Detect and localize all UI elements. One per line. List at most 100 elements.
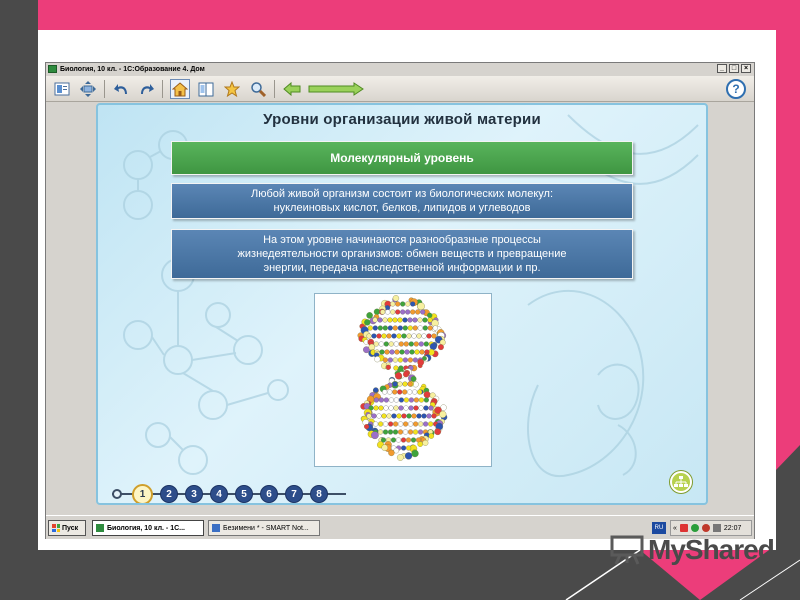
dna-atom [373,387,379,393]
dna-atom [428,433,435,439]
start-button[interactable]: Пуск [48,520,86,536]
dna-base-pair-atom [402,317,408,323]
window-title: Биология, 10 кл. - 1С:Образование 4. Дом [60,65,205,73]
description-line: На этом уровне начинаются разнообразные … [263,234,541,246]
dna-base-pair-atom [423,421,429,427]
dna-base-pair-atom [403,341,409,347]
dna-base-pair-atom [422,317,428,323]
dna-base-pair-atom [404,349,410,355]
dna-base-pair-atom [373,421,379,427]
dna-base-pair-atom [411,333,417,339]
language-indicator[interactable]: RU [652,522,666,534]
dna-base-pair-atom [388,341,394,347]
dna-atom [404,452,413,460]
book-icon[interactable] [196,79,216,99]
tray-expand-arrows[interactable]: « [673,525,677,532]
dna-base-pair-atom [376,333,382,339]
dna-base-pair-atom [410,309,416,315]
task-smart-notebook[interactable]: Безимени * - SMART Not... [208,520,320,536]
contents-icon[interactable] [52,79,72,99]
dna-base-pair-atom [376,413,382,419]
dna-base-pair-atom [405,437,412,443]
toolbar-separator [162,80,163,98]
dna-base-pair-atom [393,421,399,427]
dna-base-pair-atom [410,437,417,443]
dna-base-pair-atom [392,389,398,395]
level-heading: Молекулярный уровень [171,141,633,175]
app-window: Биология, 10 кл. - 1С:Образование 4. Дом… [45,62,755,539]
dna-base-pair-atom [381,333,387,339]
slide-title: Уровни организации живой материи [263,111,541,128]
minimize-button[interactable]: _ [717,64,727,73]
dna-base-pair-atom [386,413,392,419]
task-biology[interactable]: Биология, 10 кл. - 1С... [92,520,204,536]
redo-icon[interactable] [136,79,156,99]
home-icon[interactable] [170,79,190,99]
clock: 22:07 [723,524,742,532]
dna-base-pair-atom [407,429,414,435]
flag-icon[interactable] [679,524,688,532]
description-box-1: Любой живой организм состоит из биологич… [171,183,633,219]
star-icon[interactable] [222,79,242,99]
dna-base-pair-atom [421,413,427,419]
dna-base-pair-atom [398,341,404,347]
help-icon[interactable]: ? [726,79,746,99]
dna-base-pair-atom [380,309,386,315]
dna-base-pair-atom [390,309,396,315]
dna-base-pair-atom [387,357,393,363]
map-icon[interactable] [670,471,692,493]
dna-atom [366,312,373,319]
app-icon [96,524,104,532]
dna-base-pair-atom [408,341,414,347]
page-3-button[interactable]: 3 [185,485,203,503]
dna-base-pair-atom [428,421,434,427]
dna-base-pair-atom [408,421,414,427]
page-6-button[interactable]: 6 [260,485,278,503]
dna-base-pair-atom [402,429,409,435]
dna-base-pair-atom [398,421,404,427]
dna-base-pair-atom [418,397,424,403]
dna-base-pair-atom [381,413,387,419]
dna-base-pair-atom [428,405,434,411]
start-label: Пуск [62,524,79,532]
dna-atom [394,372,403,380]
dna-base-pair-atom [407,389,413,395]
page-7-button[interactable]: 7 [285,485,303,503]
network-icon[interactable] [690,524,699,532]
search-icon[interactable] [248,79,268,99]
notebook-icon [212,524,220,532]
dna-base-pair-atom [398,397,404,403]
dna-base-pair-atom [418,405,424,411]
page-8-button[interactable]: 8 [310,485,328,503]
maximize-button[interactable]: □ [729,64,739,73]
task-label: Безимени * - SMART Not... [223,524,309,532]
dna-base-pair-atom [392,381,398,387]
dna-base-pair-atom [393,405,399,411]
watermark-logo: MyShared [610,534,775,566]
fit-icon[interactable] [78,79,98,99]
toolbar-separator [104,80,105,98]
dna-atom [417,441,423,447]
dna-base-pair-atom [388,397,394,403]
dna-base-pair-atom [413,341,419,347]
forward-arrow-icon[interactable] [308,79,364,99]
page-2-button[interactable]: 2 [160,485,178,503]
dna-base-pair-atom [392,317,398,323]
antivirus-icon[interactable] [701,524,710,532]
dna-base-pair-atom [388,405,394,411]
undo-icon[interactable] [112,79,132,99]
close-button[interactable]: × [741,64,751,73]
dna-base-pair-atom [385,309,391,315]
dna-base-pair-atom [406,333,412,339]
volume-icon[interactable] [712,524,721,532]
dna-base-pair-atom [413,397,419,403]
toolbar-separator [274,80,275,98]
dna-atom [422,439,429,446]
dna-atom [439,410,447,418]
page-5-button[interactable]: 5 [235,485,253,503]
back-arrow-icon[interactable] [282,79,302,99]
page-1-button[interactable]: 1 [132,484,153,503]
dna-base-pair-atom [377,429,384,435]
dna-base-pair-atom [372,325,378,331]
page-4-button[interactable]: 4 [210,485,228,503]
